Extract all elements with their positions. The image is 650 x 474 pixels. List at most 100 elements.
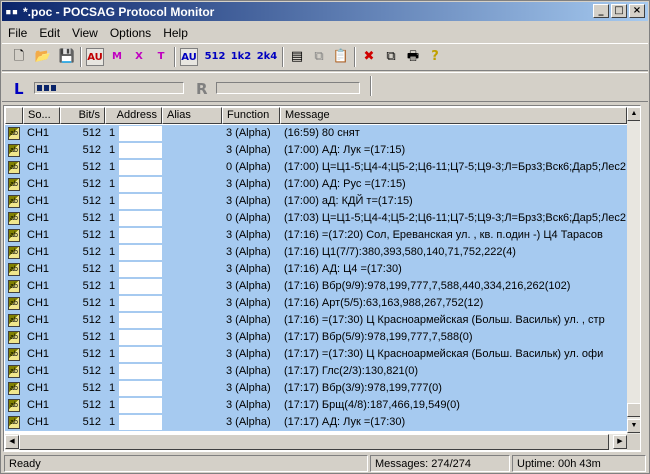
list-item[interactable]: ab CH1 512 1 3 (Alpha) (17:16) Арт(5/5):63,16…: [5, 295, 627, 312]
rate-2k4-button[interactable]: 2k4: [256, 48, 278, 66]
alpha-message-icon: ab: [8, 331, 20, 344]
alpha-message-icon: ab: [8, 297, 20, 310]
menu-options[interactable]: Options: [104, 26, 157, 40]
text-icon[interactable]: T: [152, 48, 170, 66]
alpha-message-icon: ab: [8, 127, 20, 140]
list-item[interactable]: ab CH1 512 1 3 (Alpha) (17:00) АД: Лук =(17:1…: [5, 142, 627, 159]
auto-icon[interactable]: AU: [86, 48, 104, 66]
list-item[interactable]: ab CH1 512 1 3 (Alpha) (17:00) АД: Рус =(17:1…: [5, 176, 627, 193]
mixed-icon[interactable]: M: [108, 48, 126, 66]
row-bitrate: 512: [82, 144, 101, 156]
column-bitrate[interactable]: Bit/s: [60, 107, 105, 124]
list-item[interactable]: ab CH1 512 1 3 (Alpha) (17:17) Вбр(3/9):978,1…: [5, 380, 627, 397]
row-bitrate: 512: [82, 178, 101, 190]
scroll-up-button[interactable]: ▲: [627, 107, 640, 121]
message-list[interactable]: So... Bit/s Address Alias Function Messa…: [3, 105, 641, 452]
list-item[interactable]: ab CH1 512 1 3 (Alpha) (17:17) Вбр(5/9):978,1…: [5, 329, 627, 346]
list-item[interactable]: ab CH1 512 1 3 (Alpha) (17:16) АД: Ц4 =(17:30…: [5, 261, 627, 278]
row-message: (17:00) аД: КДЙ т=(17:15): [284, 195, 413, 207]
scroll-down-button[interactable]: ▼: [627, 419, 640, 433]
column-source[interactable]: So...: [23, 107, 60, 124]
redacted-address: [119, 397, 162, 413]
menu-help[interactable]: Help: [157, 26, 194, 40]
open-folder-icon[interactable]: 📂: [34, 48, 52, 66]
row-address: 1: [109, 178, 116, 190]
right-level-label: R: [196, 80, 208, 98]
list-item[interactable]: ab CH1 512 1 3 (Alpha) (17:17) Брщ(4/8):187,4…: [5, 397, 627, 414]
row-address: 1: [109, 382, 116, 394]
row-icon-cell: ab: [5, 312, 23, 329]
row-bitrate: 512: [82, 161, 101, 173]
hex-icon[interactable]: X: [130, 48, 148, 66]
list-item[interactable]: ab CH1 512 1 0 (Alpha) (17:03) Ц=Ц1-5;Ц4-4;Ц5…: [5, 210, 627, 227]
horizontal-scroll-thumb[interactable]: [19, 434, 609, 450]
menu-view[interactable]: View: [66, 26, 104, 40]
row-source: CH1: [27, 348, 50, 360]
row-bitrate: 512: [82, 314, 101, 326]
vertical-scrollbar[interactable]: ▲ ▼: [627, 107, 640, 434]
maximize-button[interactable]: □: [611, 4, 627, 18]
row-icon-cell: ab: [5, 193, 23, 210]
row-bitrate: 512: [82, 348, 101, 360]
copy-all-icon[interactable]: ⧉: [382, 48, 400, 66]
list-item[interactable]: ab CH1 512 1 3 (Alpha) (17:00) аД: КДЙ т=(17:…: [5, 193, 627, 210]
new-file-icon[interactable]: 🗋: [10, 48, 28, 66]
row-address-cell: 1: [105, 380, 162, 397]
rate-1k2-button[interactable]: 1k2: [230, 48, 252, 66]
row-address-cell: 1: [105, 363, 162, 380]
title-bar[interactable]: ▪▪ *.poc - POCSAG Protocol Monitor _ □ ×: [2, 2, 648, 21]
menu-edit[interactable]: Edit: [33, 26, 66, 40]
save-icon[interactable]: 💾: [58, 48, 76, 66]
list-item[interactable]: ab CH1 512 1 3 (Alpha) (16:59) 80 снят: [5, 125, 627, 142]
column-alias[interactable]: Alias: [162, 107, 222, 124]
print-icon[interactable]: 🖶: [404, 48, 422, 66]
row-bitrate: 512: [82, 365, 101, 377]
alpha-message-icon: ab: [8, 195, 20, 208]
minimize-button[interactable]: _: [593, 4, 609, 18]
scroll-right-button[interactable]: ▶: [613, 435, 627, 449]
row-address: 1: [109, 348, 116, 360]
copy-icon[interactable]: ⧉: [310, 48, 328, 66]
column-address[interactable]: Address: [105, 107, 162, 124]
row-alias: [162, 363, 222, 380]
list-item[interactable]: ab CH1 512 1 3 (Alpha) (17:17) АД: Лук =(17:3…: [5, 414, 627, 431]
row-address-cell: 1: [105, 159, 162, 176]
list-item[interactable]: ab CH1 512 1 3 (Alpha) (17:16) Вбр(9/9):978,1…: [5, 278, 627, 295]
help-icon[interactable]: ?: [426, 48, 444, 66]
column-message[interactable]: Message: [280, 107, 627, 124]
column-function[interactable]: Function: [222, 107, 280, 124]
row-address-cell: 1: [105, 227, 162, 244]
redacted-address: [119, 142, 162, 158]
list-item[interactable]: ab CH1 512 1 3 (Alpha) (17:16) Ц1(7/7):380,39…: [5, 244, 627, 261]
row-address-cell: 1: [105, 414, 162, 431]
list-item[interactable]: ab CH1 512 1 3 (Alpha) (17:16) =(17:20) Сол, …: [5, 227, 627, 244]
close-icon: ×: [632, 5, 642, 16]
row-icon-cell: ab: [5, 159, 23, 176]
row-alias: [162, 414, 222, 431]
rate-512-button[interactable]: 512: [204, 48, 226, 66]
properties-icon[interactable]: ▤: [288, 48, 306, 66]
level-toolbar: L R: [2, 72, 648, 102]
auto-baud-icon[interactable]: AU: [180, 48, 198, 66]
list-item[interactable]: ab CH1 512 1 3 (Alpha) (17:17) =(17:30) Ц Кра…: [5, 346, 627, 363]
arrow-right-icon: ▶: [617, 438, 623, 445]
list-item[interactable]: ab CH1 512 1 3 (Alpha) (17:17) Глс(2/3):130,8…: [5, 363, 627, 380]
row-alias: [162, 176, 222, 193]
row-address: 1: [109, 212, 116, 224]
list-item[interactable]: ab CH1 512 1 3 (Alpha) (17:16) =(17:30) Ц Кра…: [5, 312, 627, 329]
row-alias: [162, 244, 222, 261]
column-icon[interactable]: [5, 107, 23, 124]
horizontal-scrollbar[interactable]: ◀ ▶: [5, 434, 627, 450]
scroll-left-button[interactable]: ◀: [5, 435, 19, 449]
clipboard-icon[interactable]: 📋: [332, 48, 350, 66]
menu-file[interactable]: File: [2, 26, 33, 40]
vertical-scroll-thumb[interactable]: [627, 403, 640, 417]
close-button[interactable]: ×: [629, 4, 645, 18]
list-item[interactable]: ab CH1 512 1 0 (Alpha) (17:00) Ц=Ц1-5;Ц4-4;Ц5…: [5, 159, 627, 176]
row-address-cell: 1: [105, 278, 162, 295]
row-address-cell: 1: [105, 210, 162, 227]
row-icon-cell: ab: [5, 176, 23, 193]
row-source: CH1: [27, 127, 50, 139]
list-header: So... Bit/s Address Alias Function Messa…: [5, 107, 627, 124]
stop-icon[interactable]: ✖: [360, 48, 378, 66]
